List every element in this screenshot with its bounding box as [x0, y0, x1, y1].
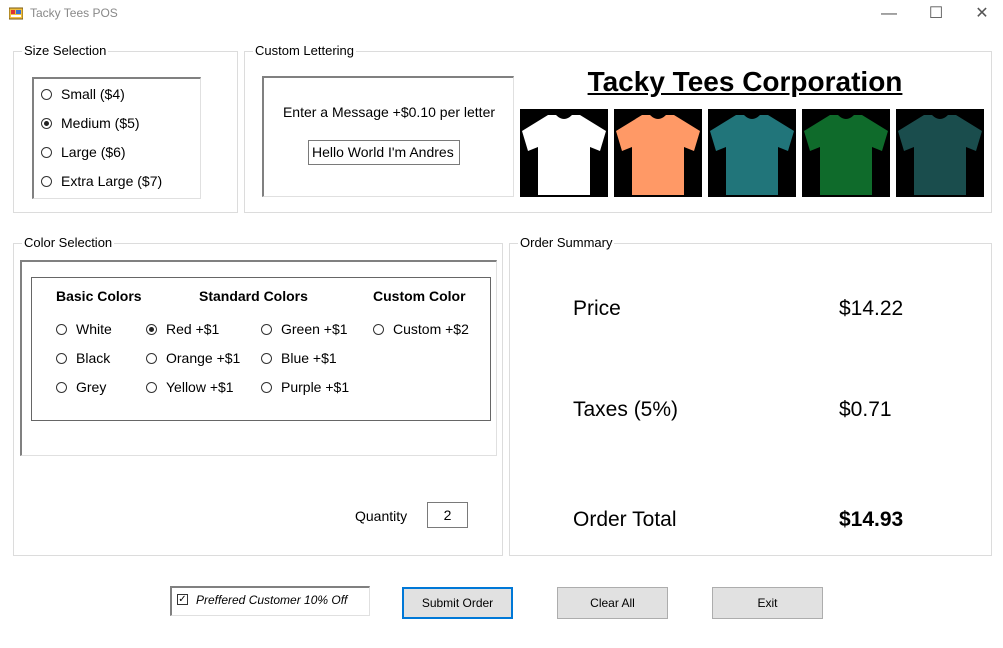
shirt-dark-teal-image — [896, 109, 984, 197]
standard-colors-list-1: Red +$1 Orange +$1 Yellow +$1 — [146, 319, 240, 397]
order-total-value: $14.93 — [839, 508, 904, 531]
size-option-label: Extra Large ($7) — [61, 173, 163, 189]
color-option-label: Black — [76, 350, 111, 366]
price-value: $14.22 — [839, 297, 904, 320]
title-bar: Tacky Tees POS — ☐ ✕ — [0, 0, 1003, 28]
color-option-label: Blue +$1 — [281, 350, 337, 366]
color-option-red[interactable]: Red +$1 — [146, 319, 240, 339]
maximize-icon[interactable]: ☐ — [913, 0, 959, 28]
shirt-white-image — [520, 109, 608, 197]
brand-title: Tacky Tees Corporation — [587, 66, 903, 97]
size-selection-group: Size Selection Small ($4) Medium ($5) La… — [13, 43, 238, 213]
submit-order-button[interactable]: Submit Order — [402, 587, 513, 619]
checkbox-checked-icon[interactable]: ✓ — [177, 594, 188, 605]
color-option-label: Green +$1 — [281, 321, 348, 337]
color-option-label: White — [76, 321, 112, 337]
color-selection-group: Color Selection Basic Colors Standard Co… — [13, 235, 503, 556]
radio-icon[interactable] — [41, 175, 52, 187]
radio-icon[interactable] — [146, 352, 157, 364]
minimize-icon[interactable]: — — [866, 0, 912, 28]
color-option-label: Orange +$1 — [166, 350, 241, 366]
size-option-medium[interactable]: Medium ($5) — [41, 113, 162, 133]
radio-icon[interactable] — [56, 381, 67, 393]
window-title: Tacky Tees POS — [30, 6, 118, 20]
radio-icon[interactable] — [41, 88, 52, 100]
size-selection-panel: Small ($4) Medium ($5) Large ($6) Extra … — [32, 77, 201, 199]
shirt-green-image — [802, 109, 890, 197]
radio-icon[interactable] — [261, 352, 272, 364]
custom-lettering-group: Custom Lettering Enter a Message +$0.10 … — [244, 43, 992, 213]
size-selection-label: Size Selection — [22, 43, 109, 58]
color-option-black[interactable]: Black — [56, 348, 112, 368]
basic-colors-list: White Black Grey — [56, 319, 112, 397]
taxes-label: Taxes (5%) — [573, 398, 679, 421]
exit-button[interactable]: Exit — [712, 587, 823, 619]
radio-icon[interactable] — [261, 323, 272, 335]
size-option-small[interactable]: Small ($4) — [41, 84, 162, 104]
shirt-orange-image — [614, 109, 702, 197]
color-selection-label: Color Selection — [22, 235, 115, 250]
size-option-list: Small ($4) Medium ($5) Large ($6) Extra … — [41, 84, 162, 191]
preferred-customer-panel: ✓ Preffered Customer 10% Off — [170, 586, 370, 616]
size-option-label: Small ($4) — [61, 86, 125, 102]
color-outer-panel: Basic Colors Standard Colors Custom Colo… — [20, 260, 497, 456]
basic-colors-heading: Basic Colors — [56, 288, 142, 304]
preferred-customer-checkbox-label[interactable]: Preffered Customer 10% Off — [196, 593, 347, 607]
color-option-custom[interactable]: Custom +$2 — [373, 319, 469, 339]
radio-selected-icon[interactable] — [41, 117, 52, 129]
clear-all-button[interactable]: Clear All — [557, 587, 668, 619]
quantity-input[interactable]: 2 — [427, 502, 468, 528]
custom-colors-list: Custom +$2 — [373, 319, 469, 339]
shirt-teal-image — [708, 109, 796, 197]
radio-icon[interactable] — [56, 352, 67, 364]
taxes-value: $0.71 — [839, 398, 892, 421]
close-icon[interactable]: ✕ — [959, 0, 1003, 28]
standard-colors-list-2: Green +$1 Blue +$1 Purple +$1 — [261, 319, 349, 397]
radio-icon[interactable] — [261, 381, 272, 393]
radio-icon[interactable] — [56, 323, 67, 335]
color-option-grey[interactable]: Grey — [56, 377, 112, 397]
color-option-white[interactable]: White — [56, 319, 112, 339]
size-option-label: Large ($6) — [61, 144, 126, 160]
color-option-label: Grey — [76, 379, 107, 395]
lettering-panel: Enter a Message +$0.10 per letter Hello … — [262, 76, 514, 197]
radio-icon[interactable] — [41, 146, 52, 158]
custom-color-heading: Custom Color — [373, 288, 466, 304]
custom-lettering-label: Custom Lettering — [253, 43, 356, 58]
lettering-prompt: Enter a Message +$0.10 per letter — [282, 104, 496, 120]
color-option-label: Yellow +$1 — [166, 379, 234, 395]
order-summary-group: Order Summary Price $14.22 Taxes (5%) $0… — [509, 235, 992, 556]
quantity-label: Quantity — [355, 508, 408, 524]
color-option-label: Purple +$1 — [281, 379, 350, 395]
radio-selected-icon[interactable] — [146, 323, 157, 335]
standard-colors-heading: Standard Colors — [199, 288, 308, 304]
color-option-blue[interactable]: Blue +$1 — [261, 348, 349, 368]
shirt-gallery — [520, 109, 984, 197]
color-option-label: Custom +$2 — [393, 321, 469, 337]
price-label: Price — [573, 297, 621, 320]
radio-icon[interactable] — [373, 323, 384, 335]
size-option-extra-large[interactable]: Extra Large ($7) — [41, 171, 162, 191]
radio-icon[interactable] — [146, 381, 157, 393]
color-options-panel: Basic Colors Standard Colors Custom Colo… — [31, 277, 491, 421]
size-option-large[interactable]: Large ($6) — [41, 142, 162, 162]
color-option-orange[interactable]: Orange +$1 — [146, 348, 240, 368]
color-option-yellow[interactable]: Yellow +$1 — [146, 377, 240, 397]
color-option-purple[interactable]: Purple +$1 — [261, 377, 349, 397]
message-input[interactable]: Hello World I'm Andres — [308, 140, 460, 165]
color-option-label: Red +$1 — [166, 321, 220, 337]
size-option-label: Medium ($5) — [61, 115, 140, 131]
color-option-green[interactable]: Green +$1 — [261, 319, 349, 339]
order-summary-label: Order Summary — [518, 235, 615, 250]
app-icon — [9, 7, 23, 20]
order-total-label: Order Total — [573, 508, 677, 531]
